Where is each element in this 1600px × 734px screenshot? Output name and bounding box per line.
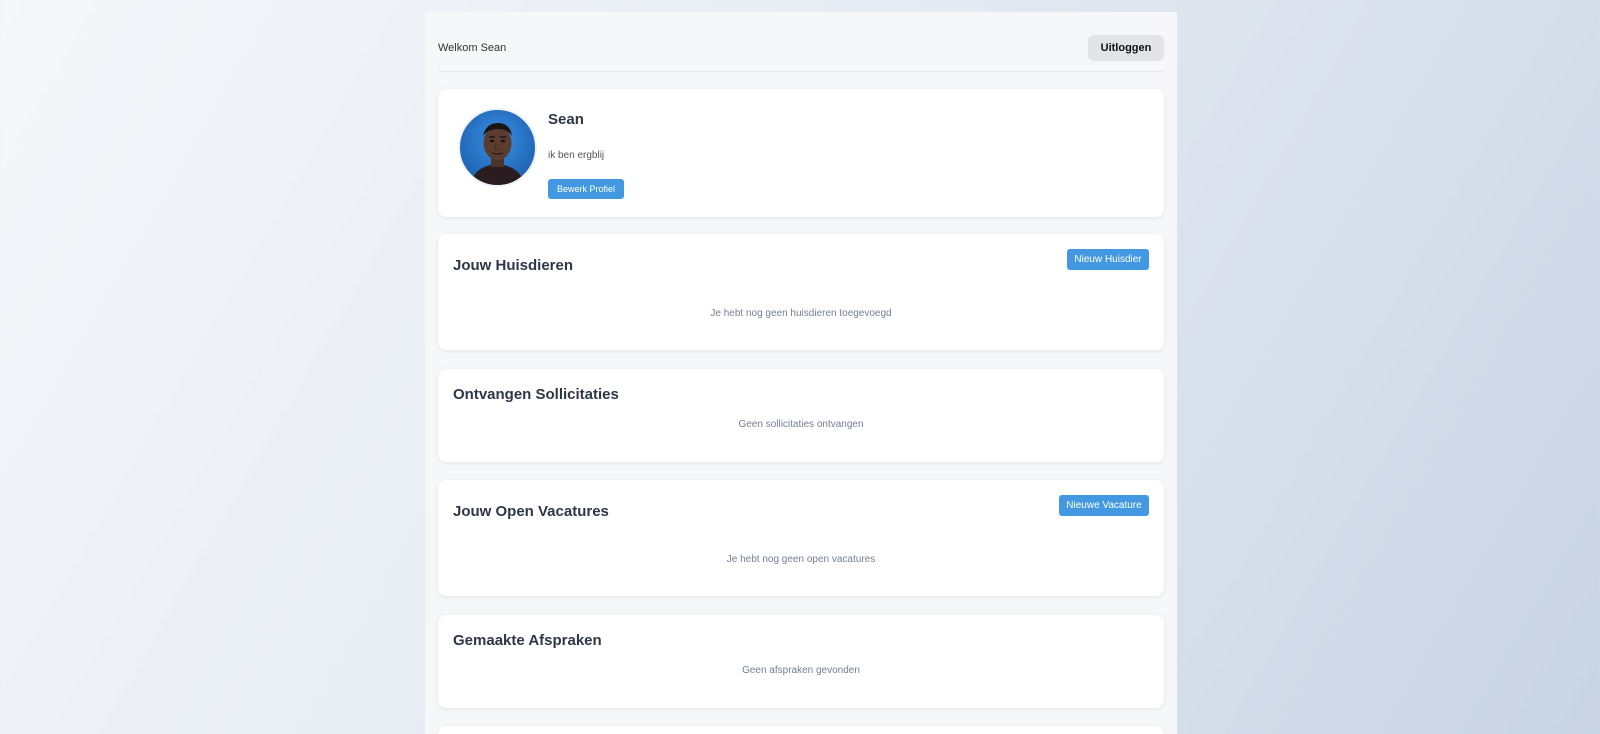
next-section-card xyxy=(438,726,1164,734)
new-pet-button[interactable]: Nieuw Huisdier xyxy=(1067,249,1149,270)
appointments-empty-text: Geen afspraken gevonden xyxy=(742,665,860,676)
applications-card: Ontvangen Sollicitaties Geen sollicitati… xyxy=(438,369,1164,462)
top-bar: Welkom Sean Uitloggen xyxy=(438,12,1164,72)
logout-button[interactable]: Uitloggen xyxy=(1088,35,1164,61)
avatar xyxy=(458,108,537,187)
edit-profile-button[interactable]: Bewerk Profiel xyxy=(548,179,624,199)
appointments-card: Gemaakte Afspraken Geen afspraken gevond… xyxy=(438,615,1164,708)
pets-empty-text: Je hebt nog geen huisdieren toegevoegd xyxy=(710,308,892,319)
vacancies-card: Jouw Open Vacatures Nieuwe Vacature Je h… xyxy=(438,480,1164,596)
welcome-text: Welkom Sean xyxy=(438,42,507,54)
vacancies-empty-text: Je hebt nog geen open vacatures xyxy=(726,554,876,565)
dashboard-container: Welkom Sean Uitloggen Sean ik ben ergbli… xyxy=(425,12,1177,734)
applications-empty-text: Geen sollicitaties ontvangen xyxy=(738,419,864,430)
applications-title: Ontvangen Sollicitaties xyxy=(453,386,619,403)
new-vacancy-button[interactable]: Nieuwe Vacature xyxy=(1059,495,1149,516)
profile-card: Sean ik ben ergblij Bewerk Profiel xyxy=(438,89,1164,217)
profile-bio: ik ben ergblij xyxy=(548,150,605,161)
pets-card: Jouw Huisdieren Nieuw Huisdier Je hebt n… xyxy=(438,234,1164,350)
pets-title: Jouw Huisdieren xyxy=(453,257,574,274)
avatar-image xyxy=(470,123,525,185)
vacancies-title: Jouw Open Vacatures xyxy=(453,503,609,520)
profile-name: Sean xyxy=(548,111,584,128)
appointments-title: Gemaakte Afspraken xyxy=(453,632,602,649)
